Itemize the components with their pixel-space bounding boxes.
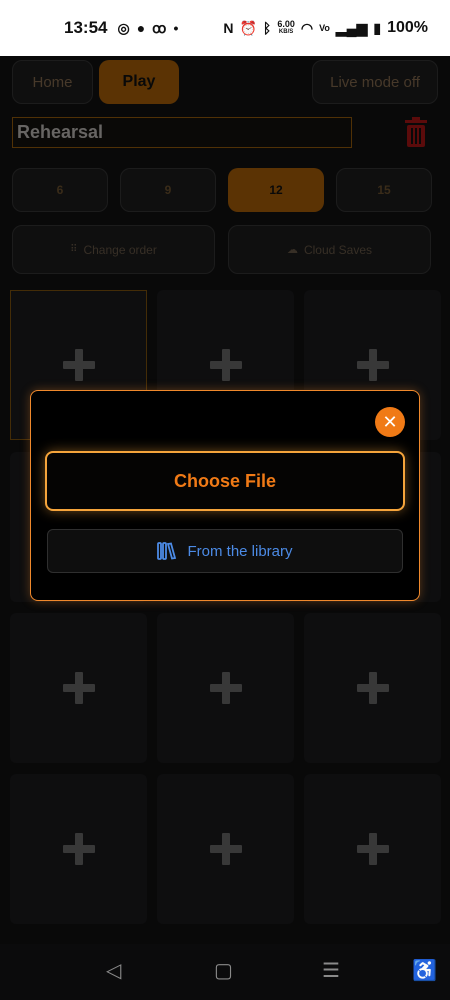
file-picker-dialog: ✕ Choose File From the library — [30, 390, 420, 601]
choose-file-button[interactable]: Choose File — [45, 451, 405, 511]
battery-percent: 100% — [387, 19, 428, 36]
nfc-icon: N — [223, 20, 234, 36]
library-icon — [157, 542, 177, 560]
chat-icon: ● — [136, 20, 146, 36]
home-nav-icon[interactable]: ▢ — [214, 958, 233, 983]
net-speed-unit: KB/S — [278, 29, 294, 35]
bluetooth-icon: ᛒ — [262, 20, 272, 36]
wifi-icon: ◠ — [300, 19, 314, 36]
signal-icon: ▂▄▆ — [335, 19, 368, 36]
voicemail-icon: ꝏ — [152, 19, 167, 36]
from-library-button[interactable]: From the library — [47, 529, 403, 573]
battery-icon: ▮ — [373, 19, 382, 36]
system-nav-bar: ◁ ▢ ☰ ♿ — [0, 944, 450, 1000]
from-library-label: From the library — [187, 542, 293, 560]
app-body: Home Play Live mode off Rehearsal 6 9 12… — [0, 56, 450, 944]
net-speed: 6.00 — [277, 19, 295, 29]
close-icon[interactable]: ✕ — [375, 407, 405, 437]
dot-icon: • — [173, 20, 179, 36]
volte-icon: Vo — [319, 23, 330, 33]
recents-icon[interactable]: ☰ — [322, 958, 340, 983]
status-bar: 13:54 ◎ ● ꝏ • N ⏰ ᛒ 6.00 KB/S ◠ Vo ▂▄▆ ▮… — [0, 0, 450, 56]
whatsapp-icon: ◎ — [117, 19, 130, 36]
status-time: 13:54 — [64, 18, 108, 37]
accessibility-icon[interactable]: ♿ — [412, 958, 437, 983]
alarm-icon: ⏰ — [239, 19, 257, 36]
back-icon[interactable]: ◁ — [106, 958, 121, 983]
